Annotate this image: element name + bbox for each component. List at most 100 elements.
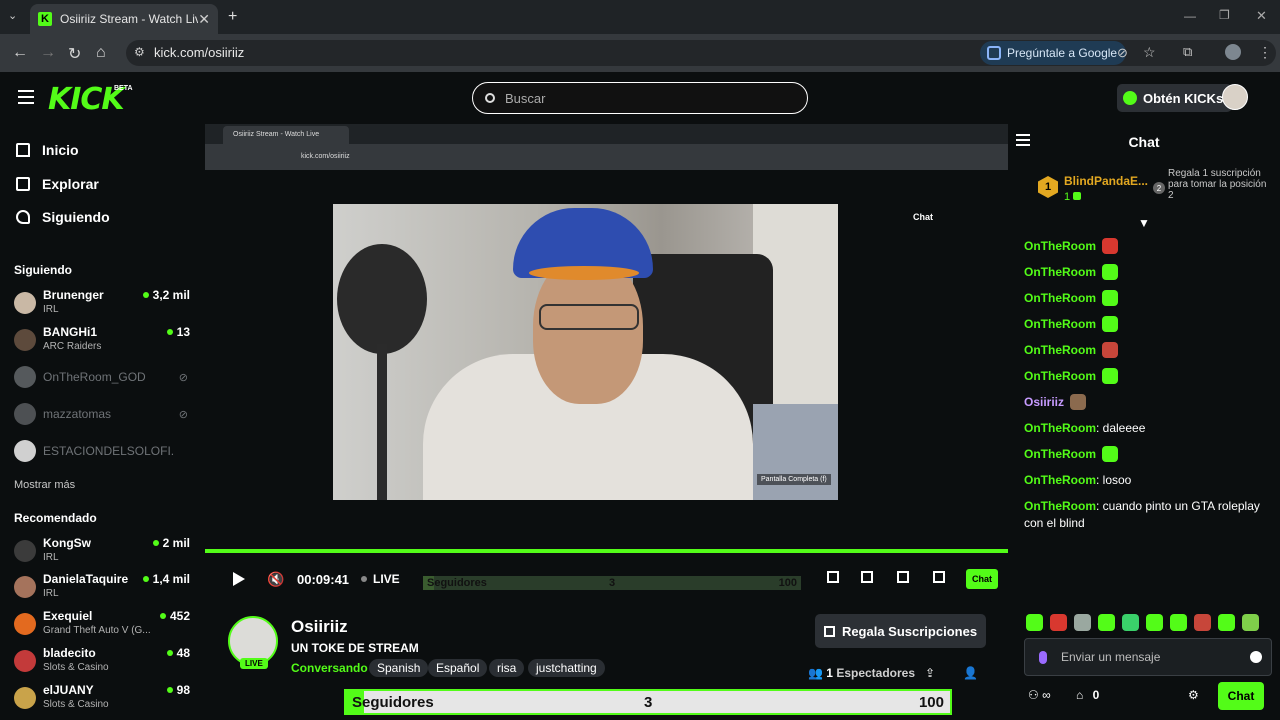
chat-username[interactable]: OnTheRoom (1024, 447, 1096, 461)
emote-icon[interactable] (1194, 614, 1211, 631)
live-indicator[interactable]: LIVE (361, 572, 400, 586)
chat-username[interactable]: OnTheRoom (1024, 499, 1096, 513)
top-donor-name[interactable]: BlindPandaE... (1064, 174, 1148, 188)
kick-logo[interactable]: KICK (48, 82, 125, 117)
recommended-channel-kongsw[interactable]: KongSw IRL 2 mil (14, 536, 192, 570)
video-player[interactable]: Osiiriiz Stream - Watch Live kick.com/os… (205, 124, 1008, 596)
emote-icon[interactable] (1026, 614, 1043, 631)
fullscreen-icon[interactable] (933, 571, 945, 583)
mute-icon[interactable]: 🔇 (267, 571, 284, 588)
tag-espanol[interactable]: Español (428, 659, 488, 677)
search-icon (485, 93, 495, 103)
get-kicks-button[interactable]: Obtén KICKs (1117, 84, 1233, 112)
theater-mode-icon[interactable] (897, 571, 909, 583)
chat-username[interactable]: OnTheRoom (1024, 239, 1096, 253)
forward-icon[interactable]: → (40, 44, 56, 62)
streamer-name[interactable]: Osiiriiz (291, 617, 348, 637)
chat-username[interactable]: OnTheRoom (1024, 317, 1096, 331)
channel-category: Grand Theft Auto V (G... (43, 625, 151, 636)
minimize-icon[interactable]: — (1184, 9, 1196, 23)
fullscreen-tooltip: Pantalla Completa (f) (757, 474, 831, 485)
pip-icon[interactable] (827, 571, 839, 583)
player-chat-button[interactable]: Chat (966, 569, 998, 589)
recommended-channel-danielataquire[interactable]: DanielaTaquire IRL 1,4 mil (14, 572, 192, 606)
ask-google-button[interactable]: Pregúntale a Google (980, 41, 1127, 65)
emote-icon[interactable] (1170, 614, 1187, 631)
tab-search-icon[interactable]: ⌄ (8, 9, 17, 22)
channel-name: Exequiel (43, 609, 93, 623)
stream-inner-site: Chat Pantalla Completa (f) (205, 170, 1008, 596)
following-channel-banghi1[interactable]: BANGHi1 ARC Raiders 13 (14, 325, 192, 359)
sidebar-item-inicio[interactable]: Inicio (16, 142, 79, 158)
search-input[interactable]: Buscar (472, 82, 808, 114)
chat-message-input[interactable]: Enviar un mensaje (1024, 638, 1272, 676)
chat-username[interactable]: OnTheRoom (1024, 291, 1096, 305)
emote-icon[interactable] (1218, 614, 1235, 631)
player-progress-bar[interactable] (205, 549, 1008, 553)
channel-name: BANGHi1 (43, 325, 98, 339)
profile-icon[interactable] (1225, 44, 1241, 60)
share-icon[interactable]: ⇪ (925, 666, 935, 680)
viewer-count: 452 (159, 609, 190, 623)
chat-username[interactable]: OnTheRoom (1024, 343, 1096, 357)
following-channel-ontheroom-god[interactable]: OnTheRoom_GOD ⊘ (14, 362, 192, 396)
tag-spanish[interactable]: Spanish (369, 659, 429, 677)
chat-username[interactable]: OnTheRoom (1024, 265, 1096, 279)
tag-justchatting[interactable]: justchatting (528, 659, 605, 677)
following-channel-estaciondelsolofi[interactable]: ESTACIONDELSOLOFI... (14, 436, 192, 470)
recommended-channel-eljuany[interactable]: elJUANY Slots & Casino 98 (14, 683, 192, 717)
recommended-section-title: Recomendado (14, 511, 97, 525)
site-info-icon[interactable]: ⚙ (134, 45, 145, 59)
back-icon[interactable]: ← (12, 44, 28, 62)
emoji-icon[interactable] (1250, 651, 1262, 663)
bookmark-star-icon[interactable]: ☆ (1143, 44, 1156, 61)
play-icon[interactable] (233, 572, 245, 586)
reload-icon[interactable]: ↻ (68, 44, 81, 64)
maximize-icon[interactable]: ❐ (1219, 8, 1230, 22)
donor-cta-text[interactable]: Regala 1 suscripción para tomar la posic… (1168, 168, 1272, 201)
eye-slash-icon[interactable]: ⊘ (1117, 45, 1128, 61)
extensions-icon[interactable]: ⧉ (1183, 44, 1192, 60)
browser-menu-icon[interactable]: ⋮ (1258, 44, 1272, 61)
url-text[interactable]: kick.com/osiiriiz (154, 45, 244, 60)
show-more-link[interactable]: Mostrar más (14, 479, 75, 491)
emote-icon[interactable] (1146, 614, 1163, 631)
chat-username[interactable]: OnTheRoom (1024, 421, 1096, 435)
stream-category-link[interactable]: Conversando (291, 661, 368, 675)
google-lens-icon (987, 46, 1001, 60)
emote-icon[interactable] (1074, 614, 1091, 631)
microphone-icon[interactable] (1039, 650, 1047, 664)
emote-icon[interactable] (1098, 614, 1115, 631)
gift-subscriptions-button[interactable]: Regala Suscripciones (815, 614, 986, 648)
follow-user-icon[interactable]: 👤 (963, 666, 978, 680)
chevron-down-icon[interactable]: ▼ (1138, 216, 1150, 230)
users-icon: 👥 (808, 666, 823, 680)
chat-username[interactable]: OnTheRoom (1024, 473, 1096, 487)
clip-icon[interactable] (861, 571, 873, 583)
close-window-icon[interactable]: ✕ (1256, 8, 1267, 24)
tag-risa[interactable]: risa (489, 659, 525, 677)
goal-label: Seguidores (427, 577, 487, 589)
hamburger-menu-icon[interactable] (18, 90, 34, 108)
recommended-channel-exequiel[interactable]: Exequiel Grand Theft Auto V (G... 452 (14, 609, 192, 643)
tab-close-icon[interactable]: ✕ (198, 11, 210, 28)
sidebar-item-siguiendo[interactable]: Siguiendo (16, 209, 110, 225)
following-channel-mazzatomas[interactable]: mazzatomas ⊘ (14, 399, 192, 433)
emote-icon[interactable] (1242, 614, 1259, 631)
new-tab-button[interactable]: + (228, 8, 237, 26)
following-channel-brunenger[interactable]: Brunenger IRL 3,2 mil (14, 288, 192, 322)
emote-icon[interactable] (1122, 614, 1139, 631)
recommended-channel-bladecito[interactable]: bladecito Slots & Casino 48 (14, 646, 192, 680)
kicks-icon[interactable]: ⌂ (1076, 688, 1083, 702)
sidebar-item-explorar[interactable]: Explorar (16, 176, 99, 192)
chat-username[interactable]: Osiiriiz (1024, 395, 1064, 409)
user-avatar[interactable] (1222, 84, 1248, 110)
infinity-icon[interactable]: ⚇ ∞ (1028, 688, 1051, 702)
browser-tab[interactable]: K Osiiriiz Stream - Watch Live on ✕ (30, 4, 218, 34)
chat-send-button[interactable]: Chat (1218, 682, 1264, 710)
chat-username[interactable]: OnTheRoom (1024, 369, 1096, 383)
emote-icon[interactable] (1050, 614, 1067, 631)
kicks-coin-icon (1123, 91, 1137, 105)
chat-settings-icon[interactable]: ⚙ (1188, 688, 1199, 702)
home-icon[interactable]: ⌂ (96, 44, 106, 62)
